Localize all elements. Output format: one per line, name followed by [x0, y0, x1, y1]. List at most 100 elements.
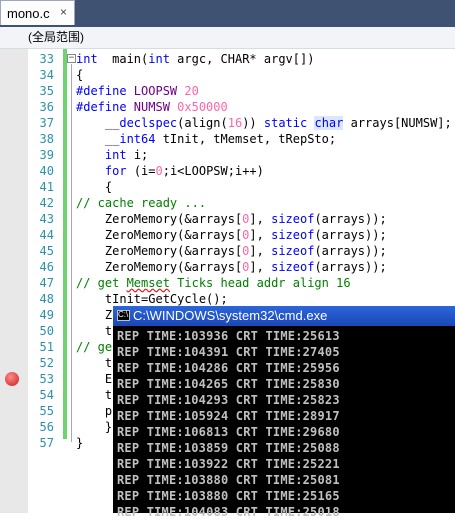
code-token: // get [76, 276, 127, 290]
code-line[interactable]: 41 { [0, 179, 455, 195]
code-text: // cache ready ... [76, 195, 206, 211]
line-number: 54 [39, 388, 54, 402]
code-text: __declspec(align(16)) static char arrays… [76, 115, 452, 131]
code-token: (arrays)); [314, 244, 387, 258]
code-token: ZeroMemory(&arrays[ [76, 228, 243, 242]
console-line: REP TIME:106813 CRT TIME:29680 [117, 425, 340, 439]
code-token: } [76, 436, 84, 450]
code-token: ], [249, 212, 272, 226]
line-number: 57 [39, 436, 54, 450]
code-token: t [76, 356, 113, 370]
line-number: 48 [39, 292, 54, 306]
code-token: ZeroMemory(&arrays[ [76, 260, 243, 274]
breakpoint-icon[interactable] [5, 372, 19, 386]
code-line[interactable]: 48 tInit=GetCycle(); [0, 291, 455, 307]
collapse-icon[interactable]: − [67, 54, 76, 63]
code-token: ], [249, 244, 272, 258]
line-number: 52 [39, 356, 54, 370]
code-line[interactable]: 37 __declspec(align(16)) static char arr… [0, 115, 455, 131]
code-token: } [76, 420, 113, 434]
console-line: REP TIME:105924 CRT TIME:28917 [117, 409, 340, 423]
code-token: sizeof [271, 212, 315, 226]
code-token: tInit=GetCycle(); [76, 292, 228, 306]
code-token: (arrays)); [314, 260, 387, 274]
code-token: t [76, 388, 113, 402]
code-token: i; [126, 148, 149, 162]
code-line[interactable]: 34 { [0, 67, 455, 83]
line-number: 51 [39, 340, 54, 354]
tab-mono-c[interactable]: mono.c × [0, 0, 75, 25]
code-token: sizeof [271, 260, 315, 274]
line-number: 44 [39, 228, 54, 242]
code-line[interactable]: 46 ZeroMemory(&arrays[0], sizeof(arrays)… [0, 259, 455, 275]
code-token: tInit, tMemset, tRepSto; [155, 132, 337, 146]
code-token: arrays[NUMSW]; [343, 116, 452, 130]
scope-dropdown[interactable]: (全局范围) [0, 27, 455, 49]
code-text: ZeroMemory(&arrays[0], sizeof(arrays)); [76, 211, 387, 227]
code-token: ZeroMemory(&arrays[ [76, 244, 243, 258]
code-text: t [76, 387, 112, 403]
code-text: Z [76, 307, 112, 323]
code-text: int i; [76, 147, 148, 163]
code-line[interactable]: 35 #define LOOPSW 20 [0, 83, 455, 99]
code-token: 16 [227, 116, 243, 130]
code-line[interactable]: 42 // cache ready ... [0, 195, 455, 211]
code-token: t [76, 324, 113, 338]
code-text: for (i=0;i<LOOPSW;i++) [76, 163, 264, 179]
code-token: #define [76, 84, 127, 98]
console-title-bar[interactable]: C:\ C:\WINDOWS\system32\cmd.exe [113, 306, 455, 326]
code-token: 0 [155, 164, 163, 178]
code-text: __int64 tInit, tMemset, tRepSto; [76, 131, 336, 147]
console-window[interactable]: C:\ C:\WINDOWS\system32\cmd.exe REP TIME… [113, 306, 455, 519]
code-token: NUMSW [126, 100, 170, 114]
code-text: int main(int argc, CHAR* argv[]) [76, 51, 314, 67]
code-text: ZeroMemory(&arrays[0], sizeof(arrays)); [76, 259, 387, 275]
code-text: { [76, 179, 112, 195]
code-token: (i= [126, 164, 156, 178]
line-number: 42 [39, 196, 54, 210]
close-icon[interactable]: × [57, 6, 70, 19]
code-token: int [76, 52, 98, 66]
line-number: 45 [39, 244, 54, 258]
line-number: 46 [39, 260, 54, 274]
code-text: // get Memset Ticks head addr align 16 [76, 275, 351, 291]
code-token: (align( [177, 116, 228, 130]
code-token: E [76, 372, 113, 386]
console-title: C:\WINDOWS\system32\cmd.exe [133, 308, 328, 323]
code-token: Ticks head addr align 16 [169, 276, 351, 290]
code-line[interactable]: 39 int i; [0, 147, 455, 163]
code-text: ZeroMemory(&arrays[0], sizeof(arrays)); [76, 227, 387, 243]
code-token: main( [97, 52, 149, 66]
code-text: { [76, 67, 83, 83]
line-number: 35 [39, 84, 54, 98]
code-token: LOOPSW [126, 84, 178, 98]
code-line[interactable]: 44 ZeroMemory(&arrays[0], sizeof(arrays)… [0, 227, 455, 243]
code-token: // cache ready ... [76, 196, 207, 210]
code-line[interactable]: 43 ZeroMemory(&arrays[0], sizeof(arrays)… [0, 211, 455, 227]
console-line: REP TIME:104286 CRT TIME:25956 [117, 361, 340, 375]
code-line[interactable]: 40 for (i=0;i<LOOPSW;i++) [0, 163, 455, 179]
code-token: Z [76, 308, 113, 322]
code-line[interactable]: 38 __int64 tInit, tMemset, tRepSto; [0, 131, 455, 147]
code-text: } [76, 435, 83, 451]
code-token: 0x50000 [169, 100, 228, 114]
console-line: REP TIME:103922 CRT TIME:25221 [117, 457, 340, 471]
line-number: 49 [39, 308, 54, 322]
console-line: REP TIME:103859 CRT TIME:25088 [117, 441, 340, 455]
code-line[interactable]: 47 // get Memset Ticks head addr align 16 [0, 275, 455, 291]
line-number: 39 [39, 148, 54, 162]
code-line[interactable]: 36 #define NUMSW 0x50000 [0, 99, 455, 115]
scope-label: (全局范围) [28, 30, 84, 44]
code-line[interactable]: 33 int main(int argc, CHAR* argv[]) − [0, 51, 455, 67]
code-token: static [263, 116, 308, 130]
code-token: ;i<LOOPSW;i++) [162, 164, 264, 178]
code-token: (arrays)); [314, 212, 387, 226]
code-line[interactable]: 45 ZeroMemory(&arrays[0], sizeof(arrays)… [0, 243, 455, 259]
console-icon: C:\ [117, 310, 130, 321]
code-token: ZeroMemory(&arrays[ [76, 212, 243, 226]
console-line: REP TIME:103936 CRT TIME:25613 [117, 329, 340, 343]
line-number: 40 [39, 164, 54, 178]
code-token: for [104, 164, 127, 178]
